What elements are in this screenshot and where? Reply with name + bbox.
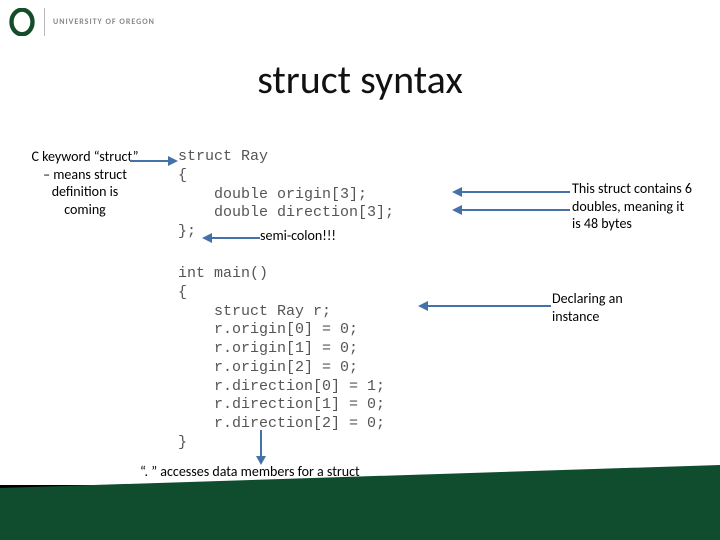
logo-bar: UNIVERSITY OF OREGON xyxy=(8,8,155,36)
uo-logo-icon xyxy=(8,8,36,36)
footer xyxy=(0,485,720,540)
annotation-keyword: C keyword “struct” – means struct defini… xyxy=(30,148,140,218)
arrow-semicolon-icon xyxy=(200,232,260,244)
annotation-declaring: Declaring an instance xyxy=(552,290,662,325)
arrow-keyword-icon xyxy=(130,155,180,167)
footer-swoosh-icon xyxy=(0,460,720,540)
code-main-function: int main() { struct Ray r; r.origin[0] =… xyxy=(178,265,385,453)
logo-divider xyxy=(44,8,45,36)
slide-title: struct syntax xyxy=(0,55,720,104)
arrow-origin-icon xyxy=(450,186,570,198)
code-struct-definition: struct Ray { double origin[3]; double di… xyxy=(178,148,394,242)
arrow-declaring-icon xyxy=(416,300,551,312)
arrow-direction-icon xyxy=(450,204,570,216)
slide: UNIVERSITY OF OREGON struct syntax C key… xyxy=(0,0,720,540)
annotation-contains: This struct contains 6 doubles, meaning … xyxy=(572,180,692,233)
logo-text: UNIVERSITY OF OREGON xyxy=(53,17,155,27)
